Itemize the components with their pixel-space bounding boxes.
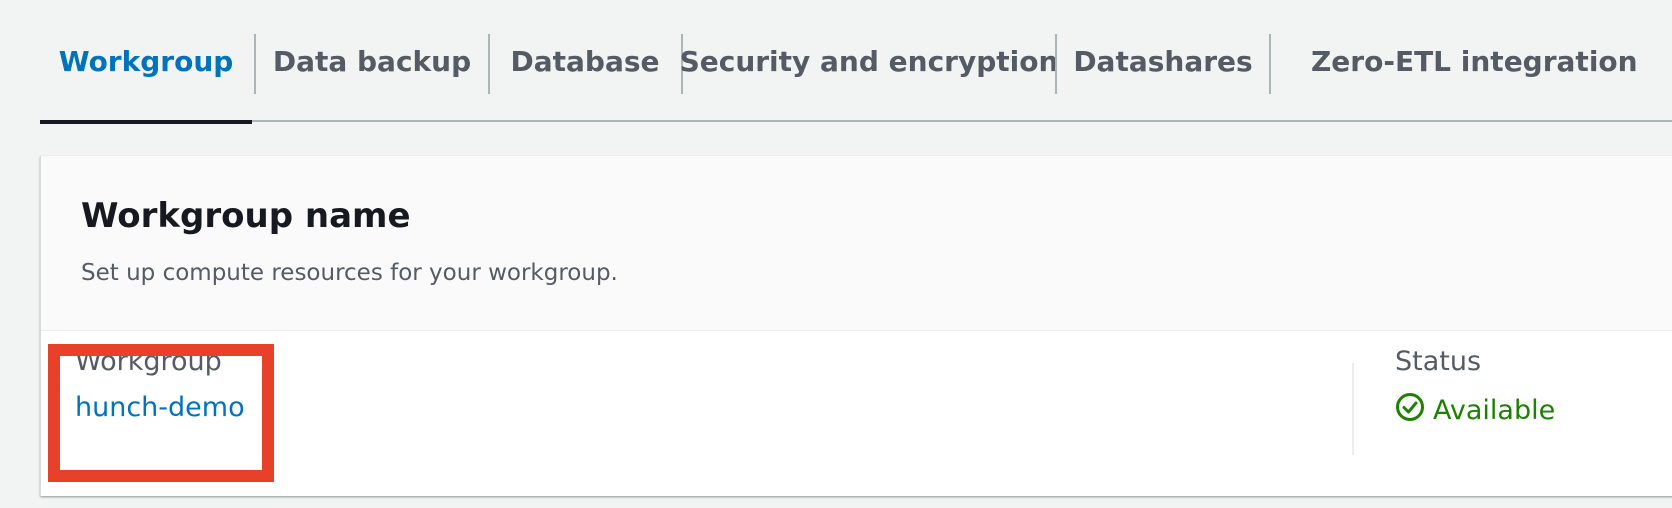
- tab-security-and-encryption[interactable]: Security and encryption: [680, 0, 1059, 122]
- panel-header: Workgroup name Set up compute resources …: [41, 156, 1672, 331]
- status-text: Available: [1433, 395, 1556, 426]
- column-divider: [1352, 363, 1354, 455]
- tab-workgroup[interactable]: Workgroup: [40, 0, 252, 124]
- workgroup-panel: Workgroup name Set up compute resources …: [40, 156, 1672, 496]
- tab-database[interactable]: Database: [490, 0, 680, 122]
- tab-data-backup[interactable]: Data backup: [256, 0, 488, 122]
- panel-description: Set up compute resources for your workgr…: [81, 260, 618, 286]
- check-circle-icon: [1395, 392, 1425, 429]
- tab-datashares[interactable]: Datashares: [1057, 0, 1269, 122]
- status-value: Available: [1395, 392, 1555, 429]
- tab-zero-etl-integration[interactable]: Zero-ETL integration: [1271, 0, 1671, 122]
- status-label: Status: [1395, 346, 1482, 377]
- highlight-annotation-box: [48, 344, 274, 482]
- tab-bar: Workgroup Data backup Database Security …: [40, 0, 1672, 124]
- panel-title: Workgroup name: [81, 196, 411, 236]
